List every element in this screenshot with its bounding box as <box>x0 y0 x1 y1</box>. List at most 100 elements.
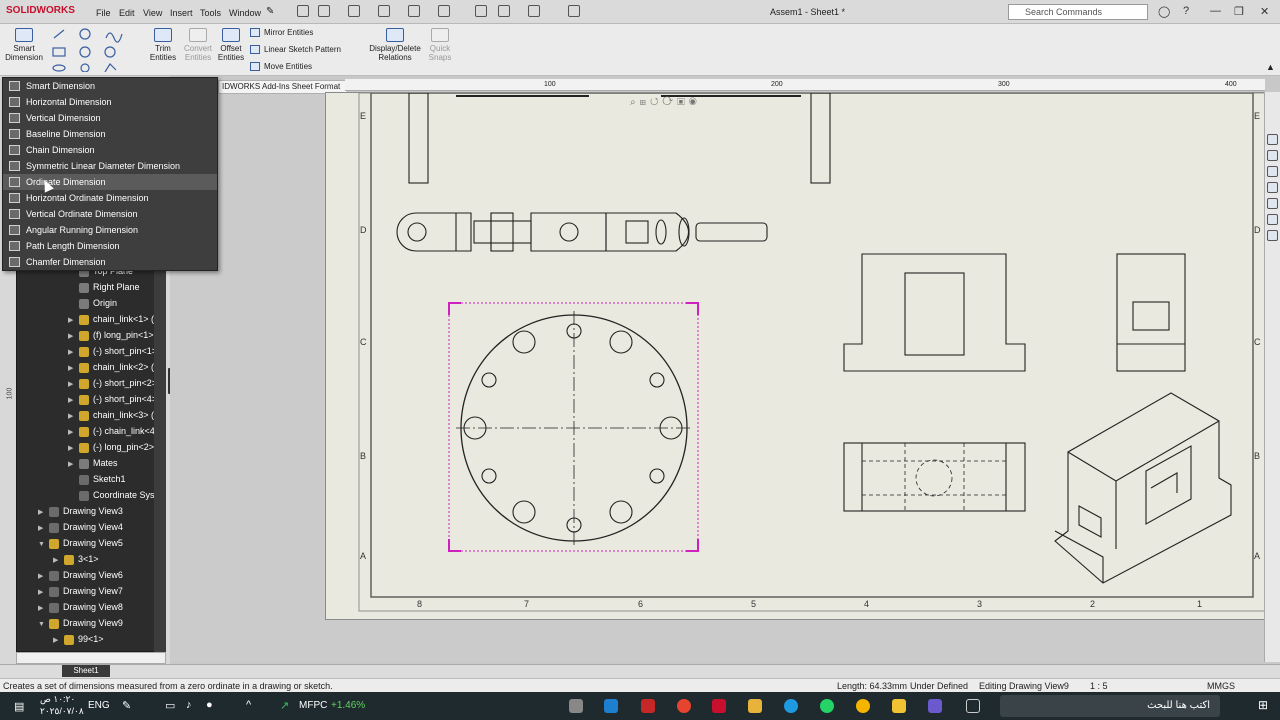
print-icon[interactable] <box>408 5 420 17</box>
solidworks-app-icon[interactable] <box>712 699 726 713</box>
expand-arrow-icon[interactable]: ▶ <box>38 569 46 583</box>
ribbon-collapse-icon[interactable]: ▲ <box>1266 62 1275 72</box>
tree-item[interactable]: ▶ (f) long_pin<1> <box>68 328 154 343</box>
screen-recorder-icon[interactable] <box>604 699 618 713</box>
menu-item-ordinate-dimension[interactable]: Ordinate Dimension <box>3 174 217 190</box>
expand-arrow-icon[interactable]: ▶ <box>68 345 76 359</box>
user-icon[interactable]: ◯ <box>1158 5 1170 18</box>
rebuild-icon[interactable] <box>528 5 540 17</box>
tree-item[interactable]: Right Plane <box>68 280 140 295</box>
restore-button[interactable]: ❐ <box>1234 5 1244 18</box>
expand-arrow-icon[interactable]: ▶ <box>68 393 76 407</box>
convert-entities-button[interactable]: Convert Entities <box>180 28 216 62</box>
menu-item-smart-dimension[interactable]: Smart Dimension <box>3 78 217 94</box>
menu-window[interactable]: Window <box>229 8 261 18</box>
heads-up-view-toolbar[interactable]: ⌕⊞↺⟳▣◉ <box>630 97 810 113</box>
open-icon[interactable] <box>348 5 360 17</box>
language-indicator[interactable]: ENG <box>88 700 110 711</box>
help-icon[interactable]: ? <box>1183 5 1189 17</box>
expand-arrow-icon[interactable]: ▶ <box>68 313 76 327</box>
expand-arrow-icon[interactable]: ▶ <box>68 377 76 391</box>
tree-item[interactable]: ▶ (-) chain_link<4> <box>68 424 160 439</box>
volume-icon[interactable]: ♪ <box>186 699 192 711</box>
sketch-entity-icons[interactable] <box>50 28 140 73</box>
start-button[interactable]: ⊞ <box>1258 698 1268 712</box>
file-explorer-icon[interactable] <box>748 699 762 713</box>
close-button[interactable]: ✕ <box>1260 5 1269 18</box>
chrome-icon[interactable] <box>677 699 691 713</box>
tree-item[interactable]: ▶ Drawing View8 <box>38 600 123 615</box>
taskbar-search-box[interactable]: اكتب هنا للبحث <box>1000 695 1220 717</box>
tree-item[interactable]: ▶ Drawing View7 <box>38 584 123 599</box>
view-palette-icon[interactable] <box>1267 182 1278 193</box>
redo-icon[interactable] <box>475 5 487 17</box>
usb-icon[interactable] <box>569 699 583 713</box>
tree-item[interactable]: ▶ Mates <box>68 456 118 471</box>
tree-item[interactable]: ▶ chain_link<3> ( <box>68 408 154 423</box>
expand-arrow-icon[interactable]: ▶ <box>53 633 61 647</box>
smart-dimension-button[interactable]: Smart Dimension <box>4 28 44 62</box>
status-units[interactable]: MMGS <box>1207 679 1235 693</box>
expand-arrow-icon[interactable]: ▶ <box>38 521 46 535</box>
solidworks-launcher-icon[interactable] <box>641 699 655 713</box>
zoom-area-icon[interactable]: ⊞ <box>640 97 650 108</box>
drawing-views-svg[interactable] <box>326 93 1271 621</box>
expand-arrow-icon[interactable]: ▼ <box>38 537 46 551</box>
new-document-icon[interactable] <box>318 5 330 17</box>
notification-icon[interactable]: ▤ <box>14 700 24 713</box>
home-icon[interactable] <box>297 5 309 17</box>
trim-entities-button[interactable]: Trim Entities <box>146 28 180 62</box>
tree-item[interactable]: ▶ (-) short_pin<2> <box>68 376 157 391</box>
task-view-icon[interactable] <box>966 699 980 713</box>
rotate-icon[interactable]: ⟳ <box>662 97 677 108</box>
pen-icon[interactable]: ✎ <box>122 699 131 712</box>
tree-item[interactable]: ▶ (-) short_pin<1> <box>68 344 157 359</box>
previous-view-icon[interactable]: ↺ <box>650 97 662 108</box>
move-entities-button[interactable]: Move Entities <box>250 62 312 72</box>
tree-item[interactable]: ▶ Drawing View3 <box>38 504 123 519</box>
menu-edit[interactable]: Edit <box>119 8 135 18</box>
select-icon[interactable] <box>498 5 510 17</box>
menu-item-horizontal-dimension[interactable]: Horizontal Dimension <box>3 94 217 110</box>
sketch-tools-grid[interactable] <box>50 28 140 73</box>
battery-icon[interactable]: ▭ <box>165 699 175 712</box>
save-icon[interactable] <box>378 5 390 17</box>
menu-item-vertical-ordinate[interactable]: Vertical Ordinate Dimension <box>3 206 217 222</box>
expand-arrow-icon[interactable]: ▶ <box>68 457 76 471</box>
drawing-sheet[interactable] <box>325 92 1270 620</box>
menu-item-chamfer-dimension[interactable]: Chamfer Dimension <box>3 254 217 270</box>
expand-arrow-icon[interactable]: ▶ <box>68 329 76 343</box>
design-library-icon[interactable] <box>1267 150 1278 161</box>
tree-item[interactable]: ▶ (-) short_pin<4> <box>68 392 157 407</box>
tree-item[interactable]: ▼ Drawing View9 <box>38 616 123 631</box>
copilot-icon[interactable] <box>928 699 942 713</box>
tree-item[interactable]: Sketch1 <box>68 472 126 487</box>
search-commands-input[interactable]: Search Commands <box>1008 4 1148 20</box>
tree-item[interactable]: ▶ Drawing View6 <box>38 568 123 583</box>
whatsapp-icon[interactable] <box>820 699 834 713</box>
tree-item[interactable]: ▶ 99<1> <box>53 632 104 647</box>
solidworks-forum-icon[interactable] <box>1267 230 1278 241</box>
menu-item-chain-dimension[interactable]: Chain Dimension <box>3 142 217 158</box>
offset-entities-button[interactable]: Offset Entities <box>214 28 248 62</box>
tree-item[interactable]: ▶ 3<1> <box>53 552 99 567</box>
menu-item-baseline-dimension[interactable]: Baseline Dimension <box>3 126 217 142</box>
tree-item[interactable]: ▶ (-) long_pin<2> <box>68 440 154 455</box>
mirror-entities-button[interactable]: Mirror Entities <box>250 28 313 38</box>
menu-tools[interactable]: Tools <box>200 8 221 18</box>
tree-horizontal-scrollbar[interactable] <box>16 652 166 664</box>
expand-arrow-icon[interactable]: ▶ <box>38 601 46 615</box>
expand-arrow-icon[interactable]: ▶ <box>68 425 76 439</box>
microphone-icon[interactable]: ● <box>206 699 213 711</box>
tree-item[interactable]: ▶ Drawing View4 <box>38 520 123 535</box>
sheet-tab[interactable]: Sheet1 <box>62 665 110 677</box>
quick-snaps-button[interactable]: Quick Snaps <box>426 28 454 62</box>
minimize-button[interactable]: — <box>1210 5 1221 17</box>
menu-item-angular-running[interactable]: Angular Running Dimension <box>3 222 217 238</box>
tree-item[interactable]: ▼ Drawing View5 <box>38 536 123 551</box>
custom-properties-icon[interactable] <box>1267 214 1278 225</box>
hide-show-icon[interactable]: ◉ <box>689 97 701 108</box>
file-explorer-icon[interactable] <box>1267 166 1278 177</box>
expand-arrow-icon[interactable]: ▼ <box>38 617 46 631</box>
expand-arrow-icon[interactable]: ▶ <box>38 505 46 519</box>
